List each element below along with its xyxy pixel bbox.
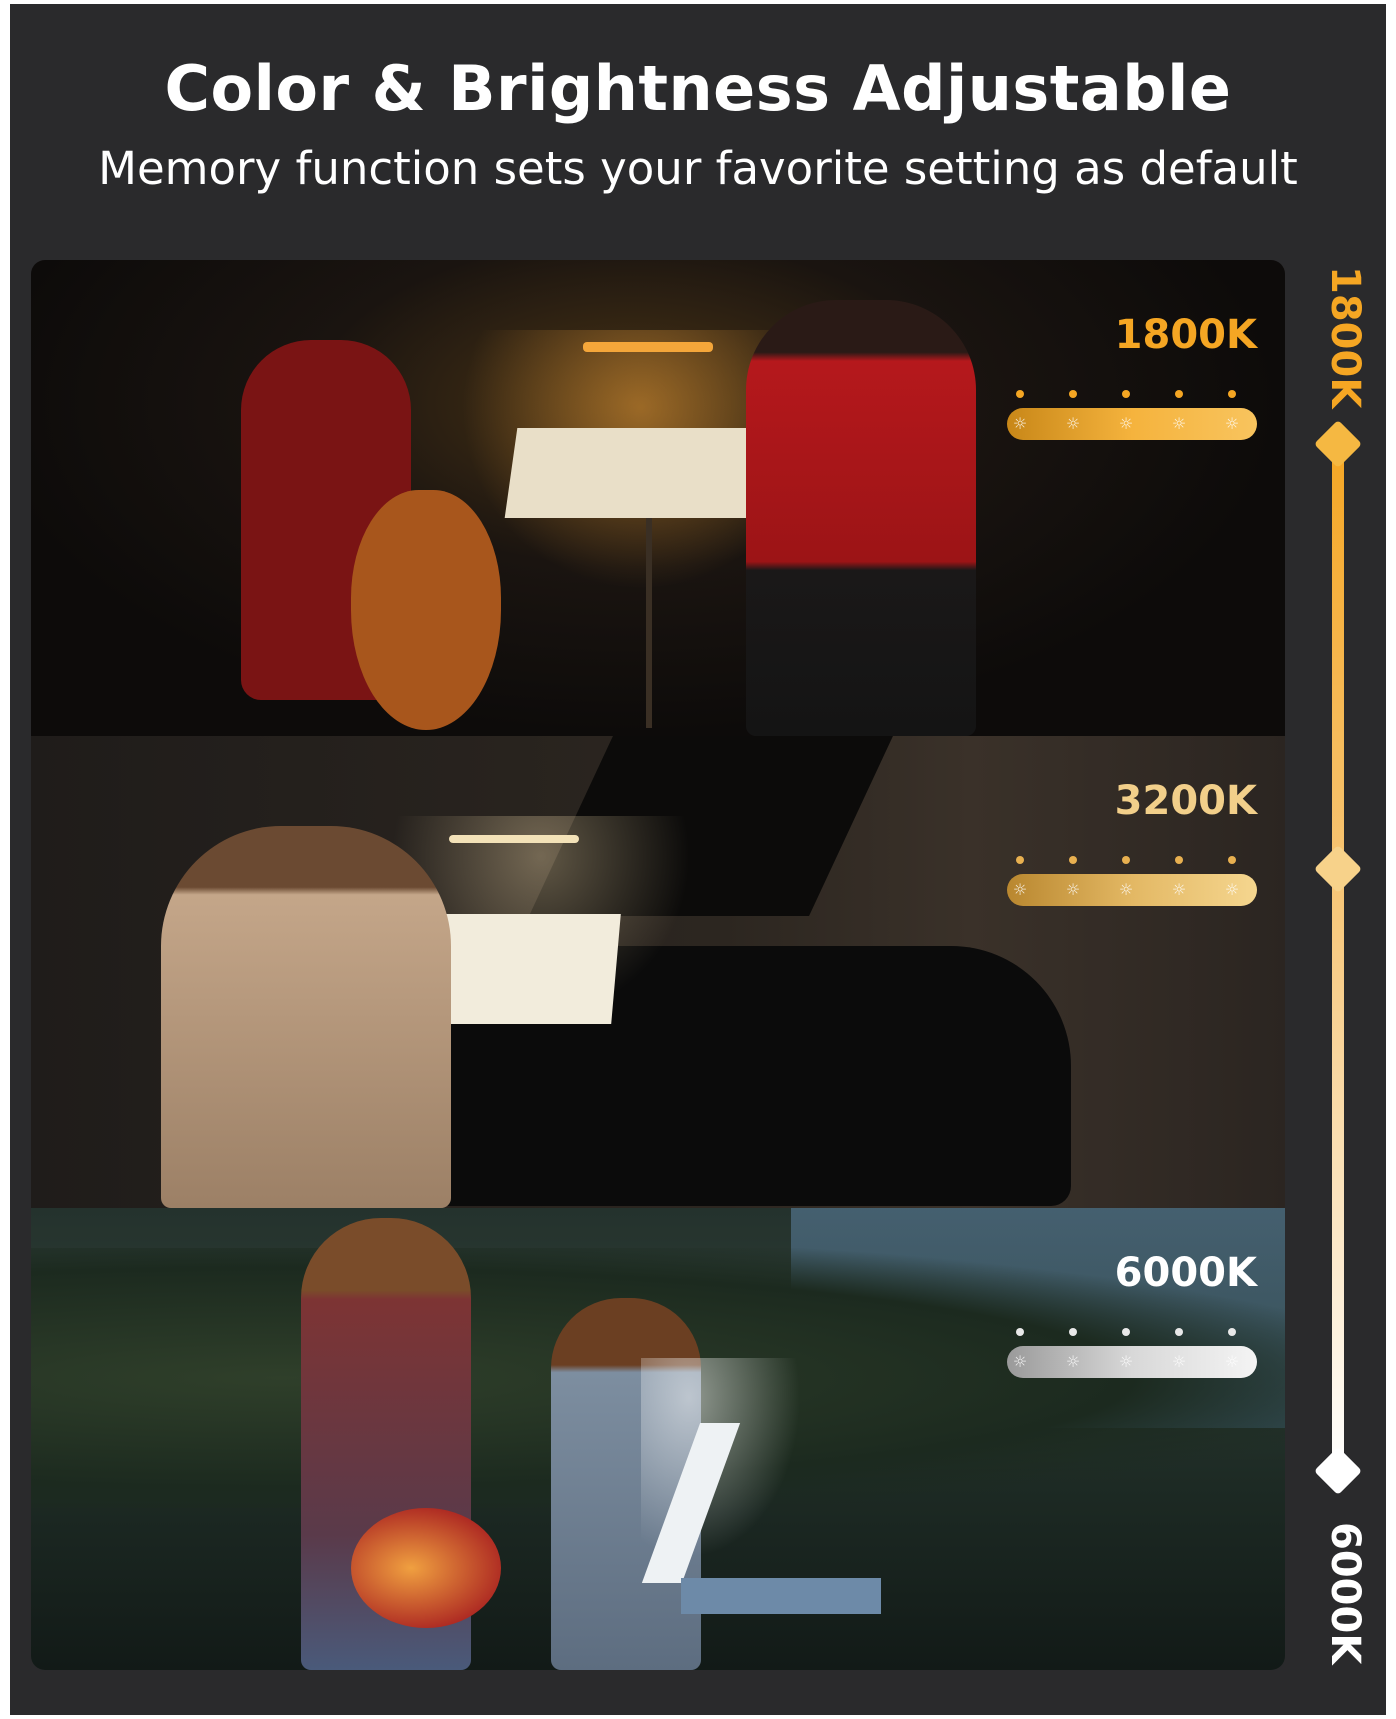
sun-icon: ☼ [1118, 880, 1134, 899]
sun-icon: ☼ [1012, 414, 1028, 433]
kelvin-label-3200: 3200K [1114, 778, 1257, 824]
sun-icon: ☼ [1012, 880, 1028, 899]
brightness-bar: ☼ ☼ ☼ ☼ ☼ [1007, 874, 1257, 906]
sun-icon: ☼ [1065, 880, 1081, 899]
brightness-bar: ☼ ☼ ☼ ☼ ☼ [1007, 1346, 1257, 1378]
brightness-dots [1007, 390, 1257, 398]
sun-icon: ☼ [1118, 1352, 1134, 1371]
scene-panel-string-duo: 1800K ☼ ☼ ☼ ☼ ☼ [31, 260, 1285, 736]
sun-icon: ☼ [1224, 880, 1240, 899]
slider-knob-1800[interactable] [1313, 419, 1363, 469]
sun-icon: ☼ [1224, 1352, 1240, 1371]
scene-panel-outdoor-duo: 6000K ☼ ☼ ☼ ☼ ☼ [31, 1208, 1285, 1670]
sun-icon: ☼ [1065, 414, 1081, 433]
pianist-figure [161, 826, 451, 1208]
sun-icon: ☼ [1065, 1352, 1081, 1371]
music-lamp [583, 342, 713, 352]
sun-icon: ☼ [1171, 880, 1187, 899]
music-stand [504, 428, 768, 518]
sun-icon: ☼ [1118, 414, 1134, 433]
page-title: Color & Brightness Adjustable [164, 52, 1232, 125]
slider-knob-3200[interactable] [1313, 844, 1363, 894]
brightness-scale: ☼ ☼ ☼ ☼ ☼ [1007, 390, 1257, 440]
electric-guitar [351, 1508, 501, 1628]
slider-label-top: 1800K [1322, 266, 1368, 409]
scene-panels: 1800K ☼ ☼ ☼ ☼ ☼ 3200K ☼ ☼ ☼ ☼ ☼ 6000K ☼ … [31, 260, 1285, 1670]
cello [351, 490, 501, 730]
frame: Color & Brightness Adjustable Memory fun… [10, 4, 1386, 1715]
violinist-figure [746, 300, 976, 736]
stand-pole [646, 518, 652, 728]
brightness-scale: ☼ ☼ ☼ ☼ ☼ [1007, 856, 1257, 906]
music-lamp [449, 835, 579, 843]
brightness-dots [1007, 856, 1257, 864]
sun-icon: ☼ [1224, 414, 1240, 433]
brightness-dots [1007, 1328, 1257, 1336]
sun-icon: ☼ [1171, 414, 1187, 433]
slider-knob-6000[interactable] [1313, 1446, 1363, 1496]
brightness-scale: ☼ ☼ ☼ ☼ ☼ [1007, 1328, 1257, 1378]
keyboard [681, 1578, 881, 1614]
sun-icon: ☼ [1171, 1352, 1187, 1371]
kelvin-label-1800: 1800K [1114, 312, 1257, 358]
kelvin-label-6000: 6000K [1114, 1250, 1257, 1296]
scene-panel-pianist: 3200K ☼ ☼ ☼ ☼ ☼ [31, 736, 1285, 1208]
sun-icon: ☼ [1012, 1352, 1028, 1371]
color-temp-slider[interactable] [1332, 442, 1344, 1472]
page-subtitle: Memory function sets your favorite setti… [98, 142, 1298, 195]
slider-label-bottom: 6000K [1322, 1522, 1368, 1665]
brightness-bar: ☼ ☼ ☼ ☼ ☼ [1007, 408, 1257, 440]
